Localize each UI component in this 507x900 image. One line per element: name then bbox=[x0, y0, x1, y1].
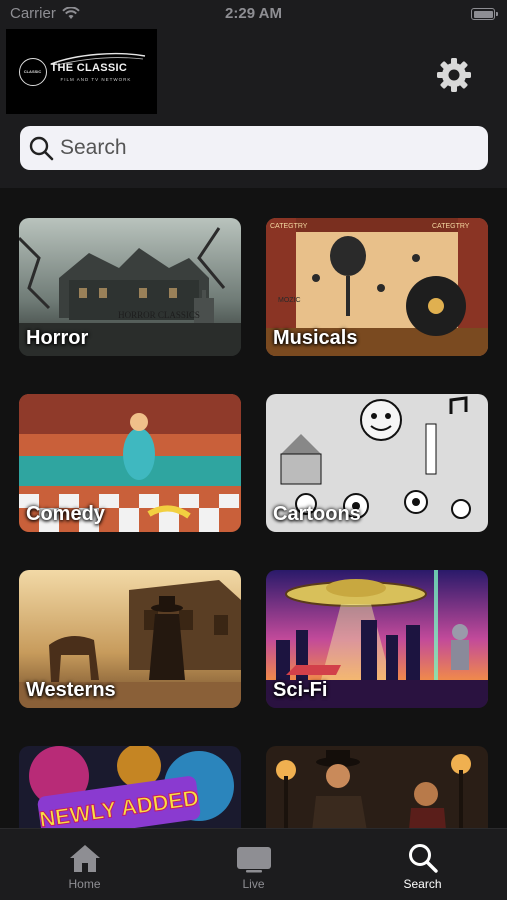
gear-icon bbox=[437, 58, 471, 92]
musicals-art-banner-left: CATEGTRY bbox=[270, 223, 308, 230]
noir-artwork bbox=[266, 746, 488, 828]
category-label: Horror bbox=[26, 327, 89, 349]
logo-subtitle: FILM AND TV NETWORK bbox=[60, 76, 132, 82]
search-input[interactable] bbox=[60, 136, 460, 160]
tab-home[interactable]: Home bbox=[0, 829, 169, 900]
status-time: 2:29 AM bbox=[225, 5, 282, 22]
category-tile-scifi[interactable]: Sci-Fi bbox=[266, 570, 488, 708]
category-tile-noir[interactable] bbox=[266, 746, 488, 828]
network-logo: CLASSIC THE CLASSIC FILM AND TV NETWORK bbox=[6, 29, 157, 114]
category-label: Comedy bbox=[26, 503, 105, 525]
house-icon bbox=[69, 845, 100, 872]
horror-art-text: HORROR CLASSICS bbox=[118, 310, 200, 320]
tab-search-label: Search bbox=[403, 877, 442, 891]
category-grid: HORROR CLASSICS Horror CATEGTRY CATEGTRY… bbox=[0, 188, 507, 828]
category-label: Musicals bbox=[273, 327, 358, 349]
header: CLASSIC THE CLASSIC FILM AND TV NETWORK bbox=[0, 28, 507, 188]
category-label: Westerns bbox=[26, 679, 116, 701]
tab-bar: Home Live Search bbox=[0, 828, 507, 900]
musicals-art-banner-right: CATEGTRY bbox=[432, 223, 470, 230]
magnifier-icon bbox=[408, 844, 438, 873]
tab-live[interactable]: Live bbox=[169, 829, 338, 900]
logo-title: THE CLASSIC bbox=[50, 61, 128, 74]
newly-added-artwork: NEWLY ADDED bbox=[19, 746, 241, 828]
battery-icon bbox=[471, 8, 498, 20]
logo-mark: CLASSIC THE CLASSIC FILM AND TV NETWORK bbox=[17, 52, 147, 92]
search-bar[interactable] bbox=[20, 126, 488, 170]
tab-live-label: Live bbox=[242, 877, 265, 891]
musicals-art-text: MOZIC bbox=[278, 297, 301, 304]
search-icon bbox=[29, 136, 54, 161]
category-tile-cartoons[interactable]: Cartoons bbox=[266, 394, 488, 532]
category-tile-comedy[interactable]: Comedy bbox=[19, 394, 241, 532]
tv-icon bbox=[236, 847, 271, 873]
category-tile-horror[interactable]: HORROR CLASSICS Horror bbox=[19, 218, 241, 356]
status-bar: Carrier 2:29 AM bbox=[0, 0, 507, 28]
category-label: Sci-Fi bbox=[273, 679, 328, 701]
tab-search[interactable]: Search bbox=[338, 829, 507, 900]
category-tile-musicals[interactable]: CATEGTRY CATEGTRY MOZIC Musicals bbox=[266, 218, 488, 356]
category-tile-newly-added[interactable]: NEWLY ADDED bbox=[19, 746, 241, 828]
tab-home-label: Home bbox=[68, 877, 101, 891]
category-tile-westerns[interactable]: Westerns bbox=[19, 570, 241, 708]
category-label: Cartoons bbox=[273, 503, 361, 525]
settings-button[interactable] bbox=[434, 55, 474, 95]
logo-disc-icon: CLASSIC bbox=[18, 57, 47, 86]
logo-disc-text: CLASSIC bbox=[23, 69, 42, 74]
